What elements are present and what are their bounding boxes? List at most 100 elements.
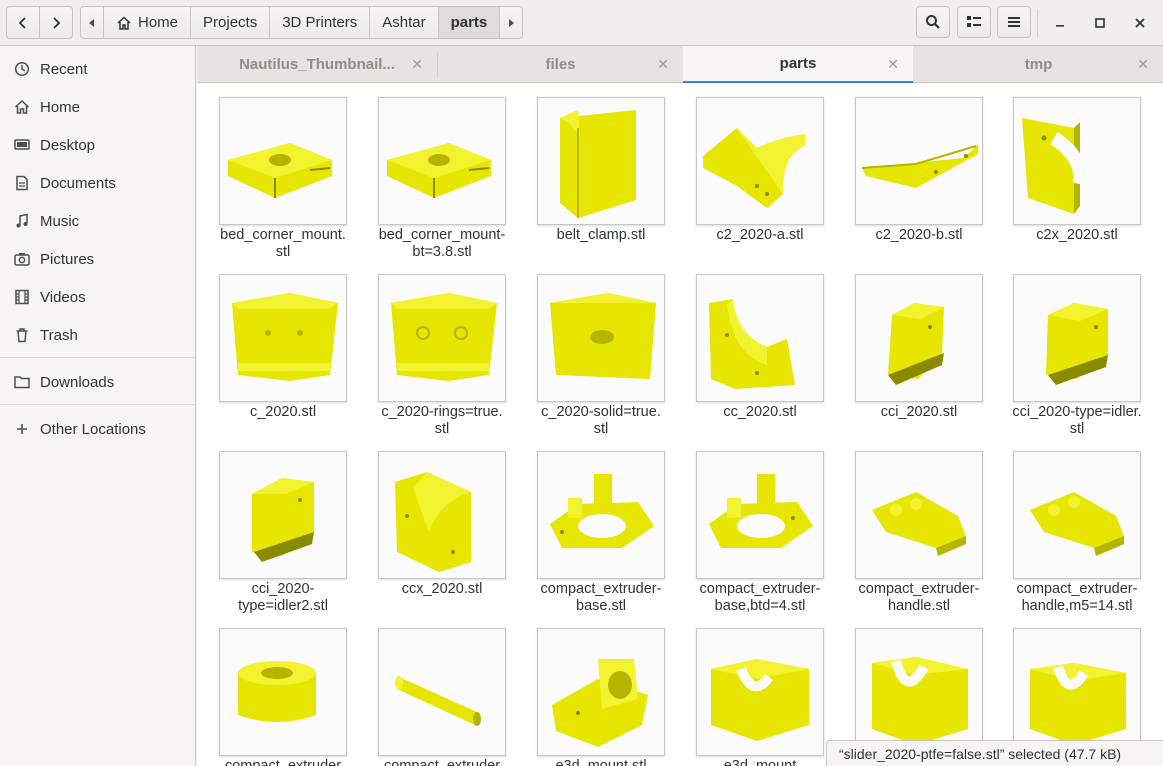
list-view-icon xyxy=(967,16,981,27)
file-thumbnail xyxy=(696,274,824,402)
plus-icon xyxy=(13,420,31,438)
minimize-button[interactable] xyxy=(1045,8,1075,38)
sidebar-item-home[interactable]: Home xyxy=(0,89,195,125)
file-name: compact_extruder- handle.stl xyxy=(858,581,980,614)
sidebar-item-trash[interactable]: Trash xyxy=(0,317,195,353)
file-thumbnail xyxy=(537,274,665,402)
file-name: compact_extruder xyxy=(224,758,342,766)
file-name: compact_extruder xyxy=(383,758,501,766)
file-name: cci_2020-type=idler. stl xyxy=(1012,404,1142,437)
folder-icon xyxy=(13,373,31,391)
search-button[interactable] xyxy=(916,6,950,38)
tab-tmp[interactable]: tmp ✕ xyxy=(914,46,1163,83)
triangle-right-icon xyxy=(509,18,515,27)
breadcrumb-projects[interactable]: Projects xyxy=(191,7,271,38)
file-name: c_2020.stl xyxy=(249,404,317,420)
maximize-button[interactable] xyxy=(1085,8,1115,38)
sidebar-item-other-locations[interactable]: Other Locations xyxy=(0,411,195,447)
sidebar-item-documents[interactable]: Documents xyxy=(0,165,195,201)
file-name: bed_corner_mount. stl xyxy=(220,227,346,260)
sidebar-separator xyxy=(0,357,195,358)
home-icon xyxy=(117,15,131,30)
sidebar-item-pictures[interactable]: Pictures xyxy=(0,241,195,277)
tab-parts[interactable]: parts ✕ xyxy=(683,46,913,83)
file-thumbnail xyxy=(378,451,506,579)
sidebar-item-label: Music xyxy=(40,212,80,230)
file-name: cci_2020.stl xyxy=(880,404,958,420)
sidebar-item-label: Downloads xyxy=(40,373,115,391)
breadcrumb-ashtar[interactable]: Ashtar xyxy=(370,7,439,38)
breadcrumb-3d-printers[interactable]: 3D Printers xyxy=(270,7,371,38)
file-thumbnail xyxy=(219,628,347,756)
tab-bar: Nautilus_Thumbnail... ✕ files ✕ parts ✕ … xyxy=(197,46,1163,83)
file-thumbnail xyxy=(855,274,983,402)
breadcrumb-home[interactable]: Home xyxy=(104,7,192,38)
home-icon xyxy=(13,98,31,116)
forward-button[interactable] xyxy=(40,7,72,38)
breadcrumb-parts[interactable]: parts xyxy=(438,7,501,38)
sidebar-item-videos[interactable]: Videos xyxy=(0,279,195,315)
file-thumbnail xyxy=(696,628,824,756)
close-icon[interactable]: ✕ xyxy=(411,56,423,73)
back-button[interactable] xyxy=(7,7,40,38)
file-name: belt_clamp.stl xyxy=(556,227,646,243)
sidebar-item-label: Desktop xyxy=(40,136,96,154)
breadcrumb-home-label: Home xyxy=(138,14,179,31)
file-name: c_2020-rings=true. stl xyxy=(381,404,503,437)
breadcrumb-label: Projects xyxy=(203,14,258,31)
tab-nautilus-thumbnail[interactable]: Nautilus_Thumbnail... ✕ xyxy=(197,46,437,83)
tab-files[interactable]: files ✕ xyxy=(438,46,683,83)
file-thumbnail xyxy=(219,97,347,225)
breadcrumb-label: Ashtar xyxy=(382,14,426,31)
trash-icon xyxy=(13,326,31,344)
breadcrumb-right-arrow[interactable] xyxy=(500,7,522,38)
file-name: ccx_2020.stl xyxy=(401,581,483,597)
sidebar-item-label: Videos xyxy=(40,288,86,306)
file-thumbnail xyxy=(378,274,506,402)
sidebar: Recent Home Desktop Documents Music Pict… xyxy=(0,46,196,766)
file-thumbnail xyxy=(1013,628,1141,756)
sidebar-item-label: Home xyxy=(40,98,81,116)
file-thumbnail xyxy=(696,451,824,579)
file-thumbnail xyxy=(537,628,665,756)
file-thumbnail xyxy=(378,97,506,225)
close-icon[interactable]: ✕ xyxy=(657,56,669,73)
sidebar-item-music[interactable]: Music xyxy=(0,203,195,239)
chevron-right-icon xyxy=(53,16,61,29)
triangle-left-icon xyxy=(89,18,94,27)
file-thumbnail xyxy=(219,274,347,402)
desktop-icon xyxy=(13,136,31,154)
sidebar-item-desktop[interactable]: Desktop xyxy=(0,127,195,163)
file-name: bed_corner_mount- bt=3.8.stl xyxy=(378,227,506,260)
selection-status: “slider_2020-ptfe=false.stl” selected (4… xyxy=(826,740,1163,766)
file-thumbnail xyxy=(1013,97,1141,225)
header-separator xyxy=(1037,9,1038,37)
file-name: compact_extruder- handle,m5=14.stl xyxy=(1016,581,1138,614)
close-icon[interactable]: ✕ xyxy=(887,56,899,73)
file-thumbnail xyxy=(1013,274,1141,402)
file-name: c_2020-solid=true. stl xyxy=(541,404,661,437)
sidebar-separator xyxy=(0,404,195,405)
breadcrumb-label: parts xyxy=(450,14,488,31)
document-icon xyxy=(13,174,31,192)
file-name: cci_2020- type=idler2.stl xyxy=(238,581,328,614)
tab-label: parts xyxy=(779,55,817,72)
file-name: compact_extruder- base,btd=4.stl xyxy=(699,581,821,614)
file-name: cc_2020.stl xyxy=(723,404,797,420)
sidebar-item-downloads[interactable]: Downloads xyxy=(0,364,195,400)
file-thumbnail xyxy=(378,628,506,756)
file-name: c2_2020-a.stl xyxy=(716,227,804,243)
breadcrumb-left-arrow[interactable] xyxy=(81,7,104,38)
sidebar-item-recent[interactable]: Recent xyxy=(0,51,195,87)
view-toggle-button[interactable] xyxy=(957,6,991,38)
status-text: “slider_2020-ptfe=false.stl” selected (4… xyxy=(839,745,1122,762)
clock-icon xyxy=(13,60,31,78)
sidebar-item-label: Trash xyxy=(40,326,78,344)
file-thumbnail xyxy=(855,628,983,756)
close-button[interactable] xyxy=(1125,8,1155,38)
tab-label: Nautilus_Thumbnail... xyxy=(239,56,395,73)
close-icon[interactable]: ✕ xyxy=(1137,56,1149,73)
menu-button[interactable] xyxy=(997,6,1031,38)
search-icon xyxy=(926,15,940,29)
file-name: e3d_mount.stl xyxy=(555,758,647,766)
